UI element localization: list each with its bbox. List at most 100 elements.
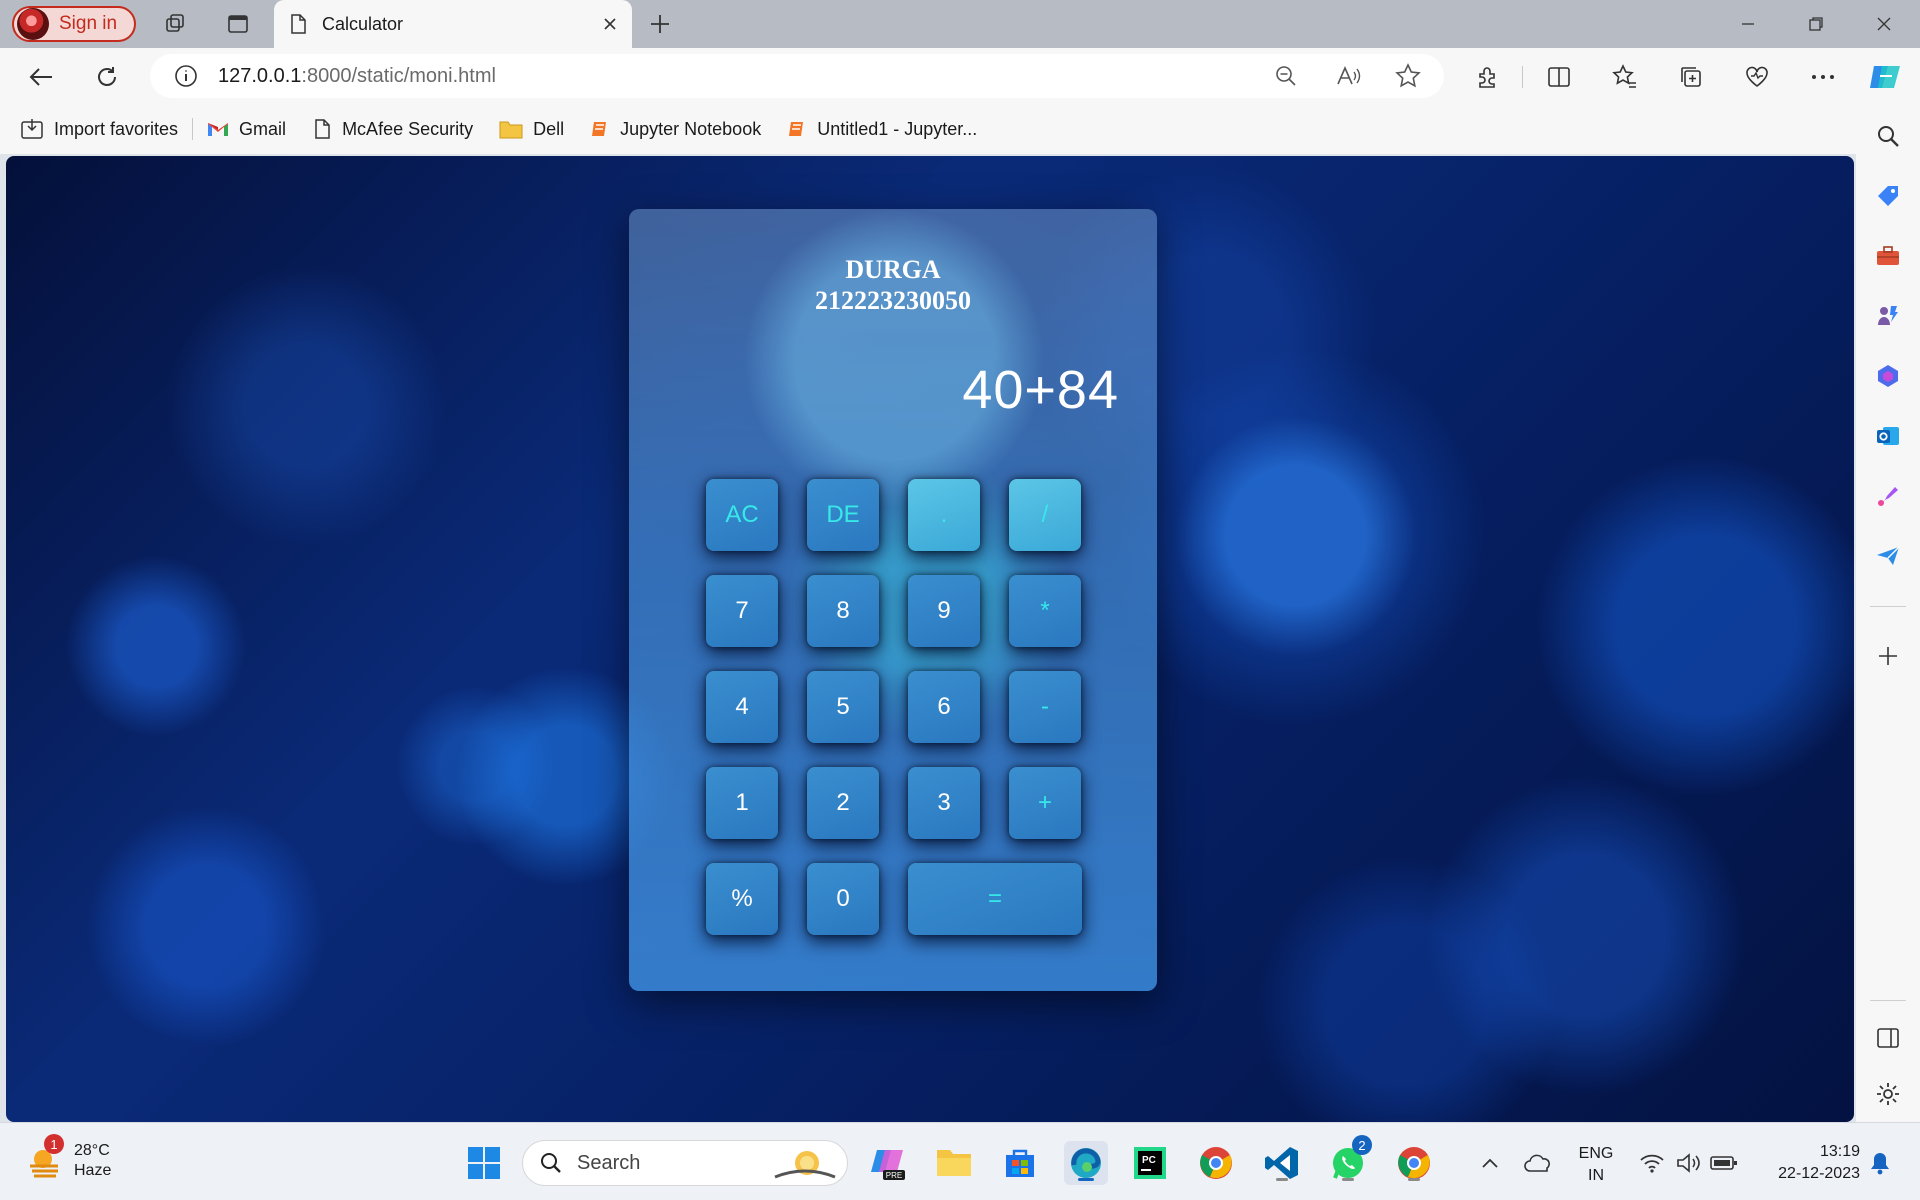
- key-delete[interactable]: DE: [807, 479, 879, 551]
- outlook-icon[interactable]: [1872, 420, 1904, 452]
- key-5[interactable]: 5: [807, 671, 879, 743]
- file-explorer-icon[interactable]: [932, 1141, 976, 1185]
- fav-gmail[interactable]: Gmail: [207, 119, 286, 140]
- key-percent[interactable]: %: [706, 863, 778, 935]
- weather-haze-icon: 1: [26, 1134, 64, 1180]
- address-bar[interactable]: 127.0.0.1:8000/static/moni.html: [150, 54, 1444, 98]
- tab-actions-icon[interactable]: [224, 10, 252, 38]
- settings-gear-icon[interactable]: [1872, 1078, 1904, 1110]
- sign-in-button[interactable]: Sign in: [12, 6, 136, 42]
- zoom-out-icon[interactable]: [1272, 62, 1300, 90]
- site-info-icon[interactable]: [174, 64, 198, 88]
- key-8[interactable]: 8: [807, 575, 879, 647]
- fav-import-favorites[interactable]: Import favorites: [20, 118, 178, 140]
- fav-mcafee-security[interactable]: McAfee Security: [312, 118, 473, 140]
- key-7[interactable]: 7: [706, 575, 778, 647]
- svg-text:PC: PC: [1142, 1155, 1156, 1166]
- back-icon[interactable]: [24, 60, 58, 94]
- pycharm-icon[interactable]: PC: [1128, 1141, 1172, 1185]
- fav-label: Dell: [533, 118, 565, 139]
- running-indicator: [1342, 1178, 1354, 1181]
- new-tab-icon[interactable]: [646, 10, 674, 38]
- calculator-panel: DURGA 212223230050 40+84 AC DE . / 7 8 9…: [629, 209, 1157, 991]
- restore-icon[interactable]: [1796, 8, 1836, 40]
- favorites-divider: [192, 118, 194, 140]
- key-9[interactable]: 9: [908, 575, 980, 647]
- fav-dell[interactable]: Dell: [499, 119, 564, 140]
- sidebar-divider: [1870, 606, 1906, 607]
- notification-bell-icon[interactable]: [1858, 1141, 1902, 1185]
- weather-widget[interactable]: 1 28°C Haze: [26, 1134, 111, 1181]
- vscode-icon[interactable]: [1260, 1141, 1304, 1185]
- refresh-icon[interactable]: [90, 60, 124, 94]
- key-2[interactable]: 2: [807, 767, 879, 839]
- favorite-star-icon[interactable]: [1394, 62, 1422, 90]
- minimize-icon[interactable]: [1728, 8, 1768, 40]
- favorites-icon[interactable]: [1608, 60, 1642, 94]
- key-0[interactable]: 0: [807, 863, 879, 935]
- taskbar-search-input[interactable]: Search: [522, 1140, 848, 1186]
- jupyter-icon: [789, 122, 804, 136]
- add-app-icon[interactable]: [1872, 640, 1904, 672]
- running-indicator: [1408, 1178, 1420, 1181]
- search-placeholder: Search: [577, 1151, 641, 1174]
- fav-label: Import favorites: [54, 118, 179, 139]
- chrome-profile-icon[interactable]: [1392, 1141, 1436, 1185]
- key-add[interactable]: +: [1009, 767, 1081, 839]
- windows-taskbar: 1 28°C Haze Search PRE PC 2 ENG IN 13:19…: [0, 1122, 1920, 1200]
- close-window-icon[interactable]: [1864, 8, 1904, 40]
- jupyter-icon: [592, 122, 607, 136]
- key-decimal[interactable]: .: [908, 479, 980, 551]
- show-hidden-icons-icon[interactable]: [1468, 1141, 1512, 1185]
- key-equals[interactable]: =: [908, 863, 1082, 935]
- close-tab-icon[interactable]: [602, 16, 618, 32]
- microsoft-365-icon[interactable]: [1872, 360, 1904, 392]
- sidebar-divider: [1870, 1000, 1906, 1001]
- chrome-icon[interactable]: [1194, 1141, 1238, 1185]
- more-options-icon[interactable]: [1806, 60, 1840, 94]
- search-icon[interactable]: [1872, 120, 1904, 152]
- battery-icon[interactable]: [1702, 1141, 1746, 1185]
- page-icon: [291, 14, 306, 34]
- key-clear-all[interactable]: AC: [706, 479, 778, 551]
- shopping-tag-icon[interactable]: [1872, 180, 1904, 212]
- read-aloud-icon[interactable]: [1334, 62, 1362, 90]
- toolbar-divider: [1522, 66, 1523, 88]
- edge-browser-icon[interactable]: [1064, 1141, 1108, 1185]
- collections-icon[interactable]: [1674, 60, 1708, 94]
- whatsapp-icon[interactable]: 2: [1326, 1135, 1372, 1185]
- running-indicator: [1276, 1178, 1288, 1181]
- key-4[interactable]: 4: [706, 671, 778, 743]
- windows-start-icon[interactable]: [462, 1141, 506, 1185]
- key-subtract[interactable]: -: [1009, 671, 1081, 743]
- browser-essentials-icon[interactable]: [1740, 60, 1774, 94]
- key-6[interactable]: 6: [908, 671, 980, 743]
- url-path: :8000/static/moni.html: [301, 64, 496, 87]
- tab-calculator[interactable]: Calculator: [274, 0, 632, 48]
- clock[interactable]: 13:19 22-12-2023: [1756, 1141, 1860, 1185]
- profile-avatar: [17, 8, 49, 40]
- send-icon[interactable]: [1872, 540, 1904, 572]
- hide-sidebar-icon[interactable]: [1872, 1022, 1904, 1054]
- calculator-author-id: 212223230050: [815, 286, 971, 315]
- games-icon[interactable]: [1872, 300, 1904, 332]
- key-1[interactable]: 1: [706, 767, 778, 839]
- microsoft-store-icon[interactable]: [998, 1141, 1042, 1185]
- copilot-preview-icon[interactable]: PRE: [866, 1141, 910, 1185]
- copilot-icon[interactable]: [1868, 60, 1902, 94]
- extensions-icon[interactable]: [1470, 60, 1504, 94]
- input-language-indicator[interactable]: ENG IN: [1578, 1143, 1614, 1187]
- split-screen-icon[interactable]: [1542, 60, 1576, 94]
- designer-icon[interactable]: [1872, 480, 1904, 512]
- fav-untitled1-jupyter[interactable]: Untitled1 - Jupyter...: [787, 119, 977, 140]
- workspaces-icon[interactable]: [162, 10, 190, 38]
- key-3[interactable]: 3: [908, 767, 980, 839]
- key-divide[interactable]: /: [1009, 479, 1081, 551]
- key-multiply[interactable]: *: [1009, 575, 1081, 647]
- fav-label: Gmail: [239, 118, 287, 139]
- fav-jupyter-notebook[interactable]: Jupyter Notebook: [590, 119, 761, 140]
- clock-time: 13:19: [1819, 1143, 1860, 1160]
- onedrive-icon[interactable]: [1516, 1141, 1560, 1185]
- tools-briefcase-icon[interactable]: [1872, 240, 1904, 272]
- search-highlight-icon: [774, 1151, 836, 1179]
